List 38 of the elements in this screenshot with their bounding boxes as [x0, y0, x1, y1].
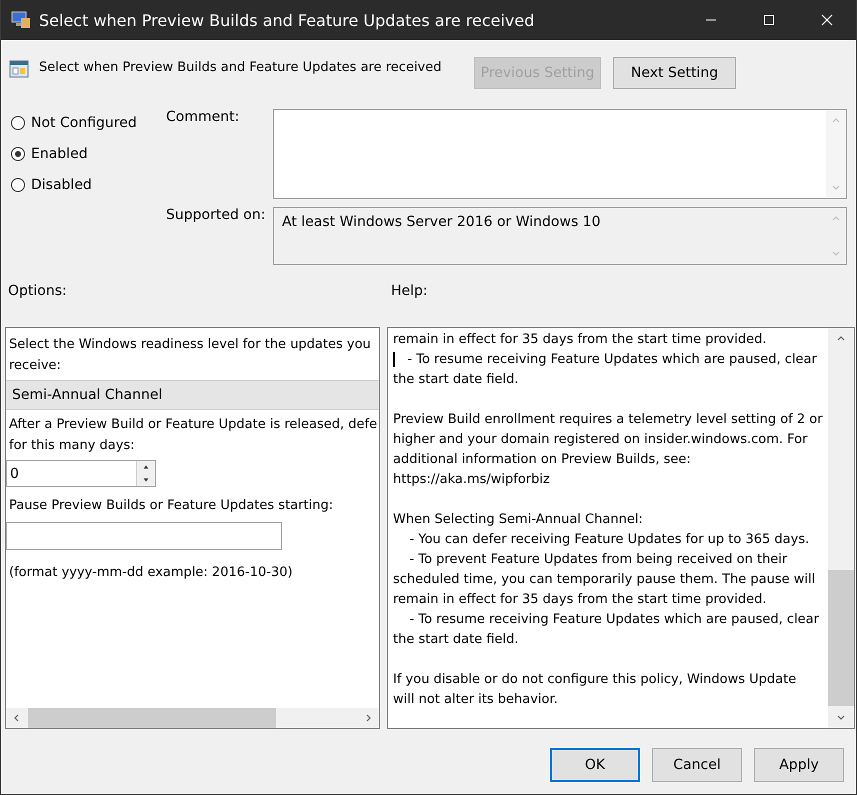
- readiness-label: Select the Windows readiness level for the updates you receive:: [8, 336, 372, 375]
- radio-button[interactable]: [11, 116, 25, 130]
- next-setting-button[interactable]: Next Setting: [613, 57, 736, 89]
- policy-icon: [9, 59, 29, 79]
- comment-field[interactable]: [273, 109, 847, 199]
- apply-button[interactable]: Apply: [754, 748, 844, 782]
- policy-title: Select when Preview Builds and Feature Updates are received: [39, 60, 442, 74]
- channel-dropdown[interactable]: Semi-Annual Channel: [6, 380, 379, 410]
- window-title: Select when Preview Builds and Feature Updates are received: [39, 10, 536, 30]
- text-cursor: [393, 352, 395, 367]
- format-note: (format yyyy-mm-dd example: 2016-10-30): [8, 564, 294, 582]
- radio-label: Not Configured: [31, 115, 137, 131]
- help-paragraph: If you disable or do not configure this policy, Windows Update will not alter its behavior.: [393, 671, 798, 709]
- radio-button[interactable]: [11, 178, 25, 192]
- radio-button[interactable]: [11, 147, 25, 161]
- maximize-icon: [763, 14, 775, 26]
- computer-icon: [11, 11, 31, 29]
- radio-label: Disabled: [31, 177, 92, 193]
- comment-label: Comment:: [166, 109, 240, 127]
- defer-label: After a Preview Build or Feature Update is released, defe for this many days:: [8, 416, 378, 455]
- scrollbar-thumb[interactable]: [828, 570, 854, 706]
- cancel-button[interactable]: Cancel: [652, 748, 742, 782]
- radio-label: Enabled: [31, 146, 88, 162]
- close-icon: [821, 14, 833, 26]
- help-paragraph: When Selecting Semi-Annual Channel: - You can defer receiving Feature Updates for up to 365 days. - To prevent Feature Updates from being received on their scheduled time, you can temporarily pause them. The pause will remain in effect for 35 days from the start time provided. - To resume receiving Feature Updates which are paused, clear the start date field.: [393, 511, 820, 649]
- pause-date-field[interactable]: [6, 522, 282, 550]
- help-label: Help:: [391, 283, 428, 301]
- options-label: Options:: [8, 283, 67, 299]
- supported-on-field: At least Windows Server 2016 or Windows 10: [273, 207, 847, 265]
- increment-icon[interactable]: [142, 463, 150, 472]
- defer-days-spinbox[interactable]: 0: [6, 460, 156, 487]
- pause-label: Pause Preview Builds or Feature Updates starting:: [8, 497, 334, 515]
- help-paragraph: Preview Build enrollment requires a telemetry level setting of 2 or higher and your domain registered on insider.windows.com. For additional information on Preview Builds, see: https://aka.ms/wipforbiz: [393, 411, 824, 489]
- scrollbar-thumb[interactable]: [28, 708, 276, 728]
- ok-button[interactable]: OK: [550, 748, 640, 782]
- help-paragraph: remain in effect for 35 days from the start time provided. - To resume receiving Feature Updates which are paused, clear the start date field.: [393, 331, 818, 389]
- decrement-icon[interactable]: [142, 476, 150, 484]
- supported-on-label: Supported on:: [166, 207, 266, 225]
